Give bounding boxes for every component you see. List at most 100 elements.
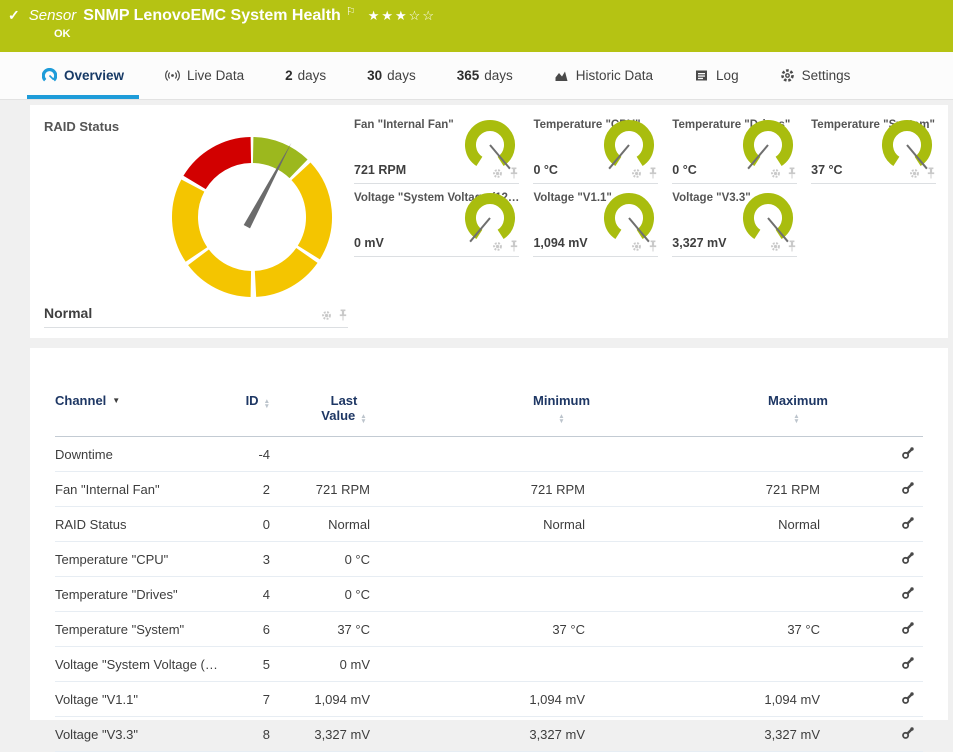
sort-icon[interactable]: ▲▼ — [793, 414, 799, 424]
column-header-id[interactable]: ID▲▼ — [220, 368, 270, 437]
tab-label: days — [387, 68, 416, 83]
gear-icon[interactable] — [492, 168, 503, 179]
gear-icon[interactable] — [631, 168, 642, 179]
pin-icon[interactable] — [509, 167, 519, 179]
tab-live-data[interactable]: Live Data — [163, 52, 246, 99]
sort-caret-icon[interactable]: ▼ — [112, 396, 120, 405]
pin-icon[interactable] — [787, 240, 797, 252]
gauge-actions — [492, 240, 519, 252]
sort-icon[interactable]: ▲▼ — [264, 399, 270, 409]
gauge-cell: Temperature "Drives"0 °C — [672, 115, 797, 184]
sensor-overview: RAID Status Normal Fan "Internal Fan"721… — [0, 100, 953, 720]
cell-max: 721 RPM — [585, 472, 820, 507]
star-filled-icon[interactable]: ★ — [381, 8, 395, 23]
gauge-value: 3,327 mV — [672, 236, 726, 250]
star-filled-icon[interactable]: ★ — [395, 8, 409, 23]
pin-icon[interactable] — [648, 240, 658, 252]
small-gauge — [461, 118, 519, 174]
tab-365-days[interactable]: 365days — [455, 52, 515, 99]
column-header-label: Minimum▲▼ — [533, 393, 585, 424]
column-header-actions — [820, 368, 923, 437]
pin-icon[interactable] — [926, 167, 936, 179]
sensor-page: ✓ Sensor SNMP LenovoEMC System Health ⚐ … — [0, 0, 953, 720]
cell-max — [585, 437, 820, 472]
tab-settings[interactable]: Settings — [778, 52, 853, 99]
column-header-last[interactable]: Last Value▲▼ — [270, 368, 370, 437]
sort-icon[interactable]: ▲▼ — [360, 414, 366, 424]
star-empty-icon[interactable]: ☆ — [422, 8, 436, 23]
cell-channel: Voltage "System Voltage (… — [55, 647, 220, 682]
cell-channel: Voltage "V1.1" — [55, 682, 220, 717]
gear-icon[interactable] — [770, 168, 781, 179]
channel-settings-icon[interactable] — [901, 691, 915, 705]
cell-id: 0 — [220, 507, 270, 542]
tab-label: days — [298, 68, 327, 83]
channel-settings-icon[interactable] — [901, 621, 915, 635]
gauge-cell: Voltage "V3.3"3,327 mV — [672, 188, 797, 257]
channel-settings-icon[interactable] — [901, 656, 915, 670]
gear-icon[interactable] — [909, 168, 920, 179]
column-header-channel[interactable]: Channel▼ — [55, 368, 220, 437]
area-chart-icon — [554, 68, 569, 83]
tab-label: Live Data — [187, 68, 244, 83]
channel-settings-icon[interactable] — [901, 516, 915, 530]
gear-icon[interactable] — [631, 241, 642, 252]
cell-min: 37 °C — [370, 612, 585, 647]
cell-actions — [820, 437, 923, 472]
status-check-icon: ✓ — [8, 7, 20, 24]
pin-icon[interactable] — [787, 167, 797, 179]
gear-icon[interactable] — [321, 310, 332, 321]
pin-icon[interactable] — [509, 240, 519, 252]
table-body: Downtime-4Fan "Internal Fan"2721 RPM721 … — [55, 437, 923, 752]
tab-2-days[interactable]: 2 days — [283, 52, 328, 99]
gear-icon[interactable] — [770, 241, 781, 252]
column-header-max[interactable]: Maximum▲▼ — [585, 368, 820, 437]
cell-last: 0 °C — [270, 577, 370, 612]
cell-id: 3 — [220, 542, 270, 577]
cell-actions — [820, 682, 923, 717]
sensor-header: ✓ Sensor SNMP LenovoEMC System Health ⚐ … — [0, 0, 953, 52]
tab-number: 2 — [285, 68, 293, 83]
cell-actions — [820, 542, 923, 577]
tab-overview[interactable]: Overview — [40, 52, 126, 99]
tab-30-days[interactable]: 30days — [365, 52, 418, 99]
channel-settings-icon[interactable] — [901, 551, 915, 565]
star-filled-icon[interactable]: ★ — [368, 8, 382, 23]
gear-icon[interactable] — [492, 241, 503, 252]
gauge-value: 37 °C — [811, 163, 842, 177]
tab-label: Overview — [64, 68, 124, 83]
gauge-cell-empty — [811, 188, 936, 257]
cell-channel: Temperature "CPU" — [55, 542, 220, 577]
small-gauges-grid: Fan "Internal Fan"721 RPMTemperature "CP… — [354, 115, 936, 338]
cell-min: 3,327 mV — [370, 717, 585, 752]
raid-status-gauge-cell: RAID Status Normal — [42, 115, 348, 328]
pin-icon[interactable] — [648, 167, 658, 179]
cell-last: 37 °C — [270, 612, 370, 647]
column-header-label: Last Value▲▼ — [318, 393, 370, 424]
column-header-min[interactable]: Minimum▲▼ — [370, 368, 585, 437]
channel-settings-icon[interactable] — [901, 446, 915, 460]
cell-id: -4 — [220, 437, 270, 472]
star-empty-icon[interactable]: ☆ — [409, 8, 423, 23]
flag-icon[interactable]: ⚐ — [346, 5, 356, 18]
channel-settings-icon[interactable] — [901, 481, 915, 495]
gauge-value: 0 °C — [672, 163, 696, 177]
cell-max: Normal — [585, 507, 820, 542]
cell-last: 3,327 mV — [270, 717, 370, 752]
channel-settings-icon[interactable] — [901, 586, 915, 600]
sort-icon[interactable]: ▲▼ — [558, 414, 564, 424]
pin-icon[interactable] — [338, 309, 348, 321]
cell-min: Normal — [370, 507, 585, 542]
table-header: Channel▼ID▲▼ Last Value▲▼ Minimum▲▼Maximum… — [55, 368, 923, 437]
channel-settings-icon[interactable] — [901, 726, 915, 740]
cell-id: 7 — [220, 682, 270, 717]
table-row: Downtime-4 — [55, 437, 923, 472]
cell-min: 1,094 mV — [370, 682, 585, 717]
gauge-cell: Fan "Internal Fan"721 RPM — [354, 115, 519, 184]
gauges-panel: RAID Status Normal Fan "Internal Fan"721… — [30, 105, 948, 338]
priority-stars[interactable]: ★★★☆☆ — [368, 8, 436, 24]
tab-historic-data[interactable]: Historic Data — [552, 52, 655, 99]
gauge-actions — [631, 167, 658, 179]
gauge-value: 0 mV — [354, 236, 384, 250]
tab-log[interactable]: Log — [692, 52, 741, 99]
